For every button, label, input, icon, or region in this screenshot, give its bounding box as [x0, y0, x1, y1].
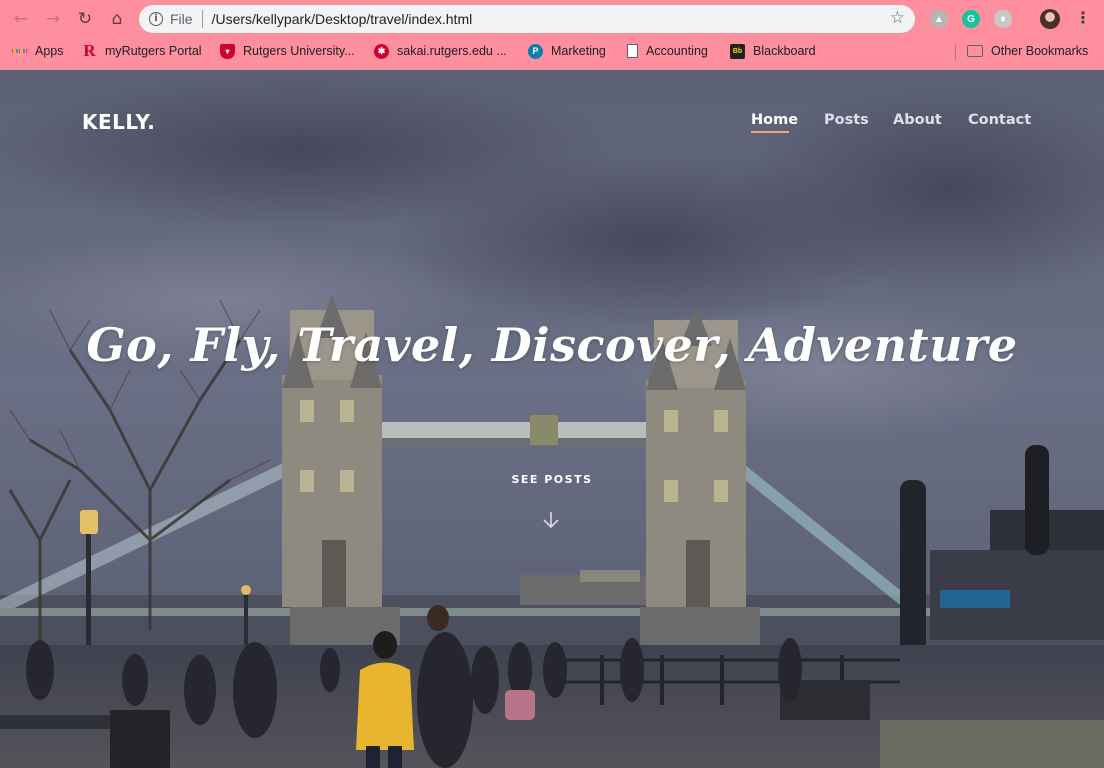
nav-home[interactable]: Home: [751, 112, 798, 128]
rutgers-r-icon: R: [83, 41, 96, 60]
info-icon[interactable]: i: [149, 12, 163, 26]
nav-posts[interactable]: Posts: [824, 112, 869, 128]
bookmark-rutgers-university[interactable]: ▾ Rutgers University...: [220, 41, 355, 61]
back-button[interactable]: ←: [10, 8, 32, 30]
arrow-down-icon[interactable]: [540, 510, 562, 530]
omnibox-divider: [201, 10, 203, 28]
nav-contact[interactable]: Contact: [968, 112, 1031, 128]
other-bookmarks[interactable]: Other Bookmarks: [967, 41, 1088, 61]
drive-icon[interactable]: ▲: [930, 10, 948, 28]
bookmark-myrutgers[interactable]: R myRutgers Portal: [82, 41, 202, 61]
omnibox[interactable]: i File /Users/kellypark/Desktop/travel/i…: [139, 5, 915, 33]
home-button[interactable]: ⌂: [106, 8, 128, 30]
reload-button[interactable]: ↻: [74, 8, 96, 30]
apps-grid-icon: [11, 44, 28, 59]
bookmark-label: Blackboard: [753, 44, 816, 58]
bookmark-label: Apps: [35, 44, 64, 58]
blackboard-icon: Bb: [730, 43, 745, 59]
hero-background-image: [0, 70, 1104, 768]
forward-button[interactable]: →: [42, 8, 64, 30]
rutgers-shield-icon: ▾: [220, 43, 235, 59]
bookmark-marketing[interactable]: P Marketing: [528, 41, 606, 61]
sakai-icon: ✱: [374, 43, 389, 59]
grammarly-icon[interactable]: G: [962, 10, 980, 28]
extension-icon[interactable]: ⏸: [994, 10, 1012, 28]
browser-chrome: ← → ↻ ⌂ i File /Users/kellypark/Desktop/…: [0, 0, 1104, 70]
pearson-icon: P: [528, 43, 543, 59]
file-label: File: [170, 11, 193, 27]
document-icon: [627, 44, 638, 58]
folder-icon: [967, 45, 983, 57]
hero-section: KELLY. Home Posts About Contact Go, Fly,…: [0, 70, 1104, 768]
see-posts-button[interactable]: SEE POSTS: [0, 473, 1104, 486]
bookmarks-bar: Apps R myRutgers Portal ▾ Rutgers Univer…: [0, 38, 1104, 64]
bookmark-star-icon[interactable]: ☆: [890, 8, 905, 28]
bookmark-label: Marketing: [551, 44, 606, 58]
bookmarks-divider: [955, 45, 956, 61]
address-bar-row: ← → ↻ ⌂ i File /Users/kellypark/Desktop/…: [0, 0, 1104, 38]
nav-about[interactable]: About: [893, 112, 942, 128]
bookmark-label: Accounting: [646, 44, 708, 58]
active-nav-underline: [751, 131, 789, 133]
bookmark-blackboard[interactable]: Bb Blackboard: [730, 41, 816, 61]
bookmark-apps[interactable]: Apps: [11, 41, 64, 61]
url-text[interactable]: /Users/kellypark/Desktop/travel/index.ht…: [212, 11, 473, 27]
browser-menu-icon[interactable]: ⋮: [1075, 8, 1091, 27]
bookmark-label: Rutgers University...: [243, 44, 355, 58]
bookmark-label: myRutgers Portal: [105, 44, 202, 58]
bookmark-label: sakai.rutgers.edu ...: [397, 44, 507, 58]
site-logo[interactable]: KELLY.: [82, 110, 155, 134]
hero-headline: Go, Fly, Travel, Discover, Adventure: [86, 318, 1018, 372]
profile-avatar[interactable]: [1040, 9, 1060, 29]
bookmark-sakai[interactable]: ✱ sakai.rutgers.edu ...: [374, 41, 507, 61]
other-bookmarks-label: Other Bookmarks: [991, 44, 1089, 58]
bookmark-accounting[interactable]: Accounting: [627, 41, 708, 61]
